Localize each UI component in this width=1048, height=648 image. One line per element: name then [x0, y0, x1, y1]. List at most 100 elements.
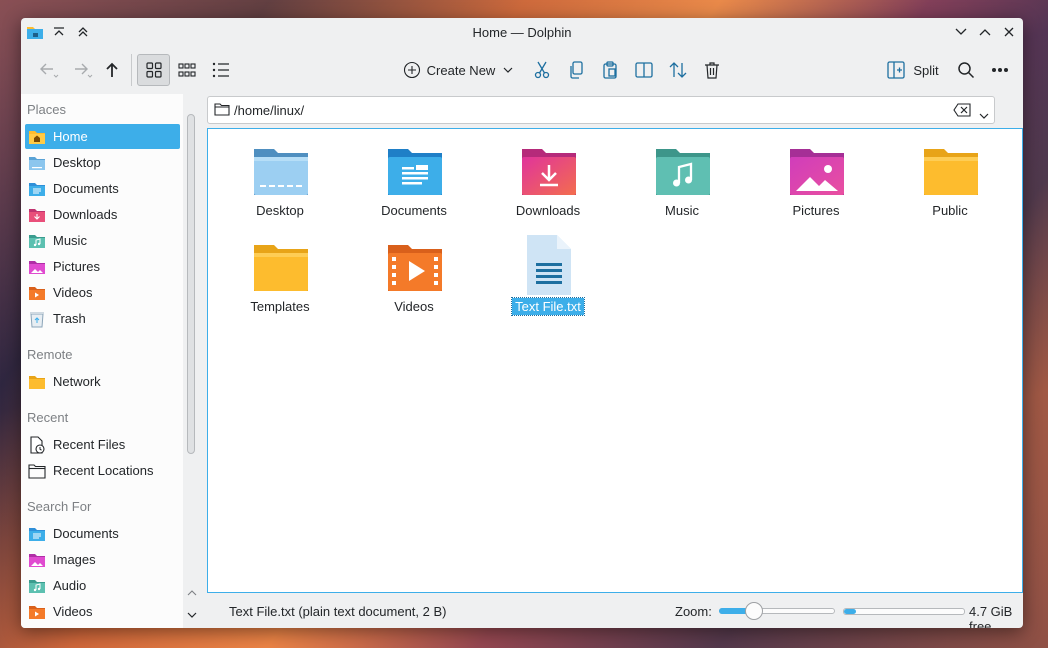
- places-item-recent-files[interactable]: Recent Files: [25, 432, 180, 457]
- details-view-button[interactable]: [206, 54, 236, 86]
- scroll-up-icon[interactable]: [187, 584, 197, 599]
- title-bar: Home — Dolphin: [21, 18, 1023, 46]
- sort-button[interactable]: [665, 54, 691, 86]
- location-path[interactable]: /home/linux/: [234, 103, 304, 118]
- places-item-pictures[interactable]: Pictures: [25, 254, 180, 279]
- scrollbar-handle[interactable]: [187, 114, 195, 454]
- places-item-label: Videos: [53, 285, 93, 300]
- forward-button[interactable]: [65, 54, 99, 86]
- places-panel: Places Home Desktop Documents Downloads Music…: [21, 94, 183, 628]
- split-view-icon: [887, 61, 905, 79]
- menu-button[interactable]: [985, 54, 1015, 86]
- places-scrollbar[interactable]: [187, 114, 195, 454]
- file-item[interactable]: Public: [885, 139, 1015, 229]
- sort-arrows-icon: [669, 62, 687, 78]
- create-new-label: Create New: [426, 62, 496, 78]
- file-item[interactable]: Videos: [349, 235, 479, 325]
- icons-view-button[interactable]: [137, 54, 170, 86]
- create-new-button[interactable]: Create New: [393, 54, 523, 86]
- places-section-title: Remote: [27, 347, 73, 362]
- places-item-videos[interactable]: Videos: [25, 599, 180, 624]
- pictures-folder-icon: [27, 257, 47, 277]
- zoom-slider[interactable]: [719, 602, 835, 620]
- main-view-area: /home/linux/ Desktop Documents Downloads Mu…: [201, 94, 1023, 628]
- location-bar[interactable]: /home/linux/: [207, 96, 995, 124]
- location-history-chevron-icon[interactable]: [979, 107, 989, 122]
- file-name: Documents: [381, 203, 447, 218]
- folder-icon: [214, 102, 230, 119]
- documents-folder-icon: [386, 145, 444, 199]
- pictures-folder-icon: [788, 145, 846, 199]
- back-button[interactable]: [31, 54, 65, 86]
- places-item-videos[interactable]: Videos: [25, 280, 180, 305]
- zoom-label: Zoom:: [675, 604, 712, 619]
- places-item-documents[interactable]: Documents: [25, 521, 180, 546]
- clear-location-icon[interactable]: [953, 103, 971, 120]
- places-item-label: Desktop: [53, 155, 101, 170]
- desktop-folder-icon: [252, 145, 310, 199]
- trash-icon: [27, 309, 47, 329]
- places-item-label: Audio: [53, 578, 87, 593]
- places-item-home[interactable]: Home: [25, 124, 180, 149]
- documents-folder-icon: [27, 179, 47, 199]
- places-item-audio[interactable]: Audio: [25, 573, 180, 598]
- places-item-music[interactable]: Music: [25, 228, 180, 253]
- music-folder-icon: [654, 145, 712, 199]
- file-item[interactable]: Documents: [349, 139, 479, 229]
- file-item[interactable]: Desktop: [215, 139, 345, 229]
- delete-button[interactable]: [699, 54, 725, 86]
- trash-can-icon: [705, 62, 719, 79]
- paste-button[interactable]: [597, 54, 623, 86]
- close-icon[interactable]: [999, 22, 1019, 42]
- file-item[interactable]: Templates: [215, 235, 345, 325]
- places-item-images[interactable]: Images: [25, 547, 180, 572]
- scissors-icon: [534, 61, 550, 79]
- file-name: Downloads: [515, 203, 581, 218]
- videos-folder-icon: [27, 602, 47, 622]
- file-icon-view[interactable]: Desktop Documents Downloads Music Pictures Pu…: [207, 128, 1023, 593]
- text-file-icon: [520, 235, 578, 295]
- templates-folder-icon: [252, 241, 310, 295]
- scroll-down-icon[interactable]: [187, 606, 197, 621]
- desktop-folder-icon: [27, 153, 47, 173]
- places-item-desktop[interactable]: Desktop: [25, 150, 180, 175]
- dolphin-window: Home — Dolphin Create New Split Places H…: [21, 18, 1023, 628]
- places-section-title: Places: [27, 102, 67, 117]
- split-button[interactable]: Split: [883, 54, 943, 86]
- file-item[interactable]: Text File.txt: [483, 235, 613, 325]
- downloads-folder-icon: [27, 205, 47, 225]
- zoom-slider-handle[interactable]: [744, 602, 763, 620]
- file-item[interactable]: Downloads: [483, 139, 613, 229]
- places-item-trash[interactable]: Trash: [25, 306, 180, 331]
- file-name: Templates: [250, 299, 310, 314]
- cut-button[interactable]: [529, 54, 555, 86]
- places-item-recent-locations[interactable]: Recent Locations: [25, 458, 180, 483]
- places-item-label: Images: [53, 552, 96, 567]
- public-folder-icon: [922, 145, 980, 199]
- file-item[interactable]: Music: [617, 139, 747, 229]
- file-name: Desktop: [256, 203, 304, 218]
- disk-space-bar[interactable]: [843, 608, 965, 615]
- places-section-title: Search For: [27, 499, 92, 514]
- file-name: Text File.txt: [511, 297, 585, 316]
- compare-button[interactable]: [631, 54, 657, 86]
- places-item-label: Documents: [53, 181, 119, 196]
- search-button[interactable]: [951, 54, 981, 86]
- recent-locations-icon: [27, 461, 47, 481]
- split-panes-icon: [635, 62, 653, 78]
- maximize-icon[interactable]: [975, 22, 995, 42]
- up-button[interactable]: [99, 54, 125, 86]
- places-section-title: Recent: [27, 410, 69, 425]
- places-item-label: Network: [53, 374, 101, 389]
- recent-files-icon: [27, 435, 47, 455]
- compact-view-button[interactable]: [172, 54, 202, 86]
- file-name: Videos: [394, 299, 434, 314]
- split-label: Split: [913, 62, 939, 78]
- main-toolbar: Create New Split: [21, 50, 1023, 90]
- places-item-documents[interactable]: Documents: [25, 176, 180, 201]
- file-item[interactable]: Pictures: [751, 139, 881, 229]
- places-item-network[interactable]: Network: [25, 369, 180, 394]
- minimize-icon[interactable]: [951, 22, 971, 42]
- copy-button[interactable]: [563, 54, 589, 86]
- places-item-downloads[interactable]: Downloads: [25, 202, 180, 227]
